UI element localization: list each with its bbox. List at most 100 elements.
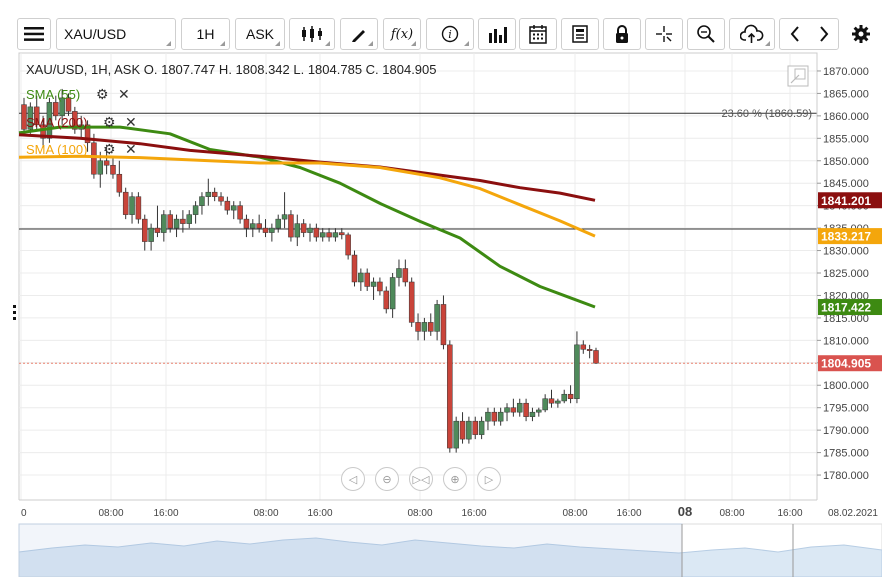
indicator-close-icon[interactable]: ✕ (125, 114, 137, 131)
price-tick-label: 1790.000 (823, 425, 869, 437)
time-tick-label: 16:00 (461, 508, 486, 519)
candle-body (364, 272, 370, 287)
time-tick-label: 08:00 (562, 508, 587, 519)
price-tick-label: 1845.000 (823, 178, 869, 190)
price-tick-label: 1795.000 (823, 403, 869, 415)
candle-body (383, 290, 390, 310)
candle-body (345, 234, 351, 256)
time-tick-label: 16:00 (777, 508, 802, 519)
time-tick-label: 08:00 (253, 508, 278, 519)
reset-zoom-icon[interactable]: ▷◁ (409, 467, 433, 491)
indicator-sma200-label[interactable]: SMA (200) (26, 115, 87, 130)
candle-body (199, 196, 205, 206)
candle-body (281, 214, 288, 220)
price-tag-label: 1833.217 (821, 230, 871, 244)
scrollbar-window[interactable] (18, 523, 683, 577)
candle-body (307, 227, 313, 233)
candle-body (370, 281, 377, 287)
indicator-sma100-label[interactable]: SMA (100) (26, 142, 87, 157)
candle-body (434, 304, 440, 332)
chart-grid (18, 52, 818, 501)
candle-body (129, 196, 135, 215)
candle-body (548, 398, 555, 404)
indicator-settings-icon[interactable]: ⚙ (96, 86, 109, 103)
candle-body (230, 205, 237, 211)
indicator-settings-icon[interactable]: ⚙ (103, 114, 116, 131)
candle-body (173, 218, 180, 229)
candle-body (300, 223, 307, 233)
price-axis[interactable]: 1780.000 1785.000 1790.000 1795.000 1800.000… (816, 53, 882, 500)
candle-body (478, 420, 485, 435)
candle-body (574, 344, 580, 399)
time-tick-label: 08:00 (719, 508, 744, 519)
time-axis-background (0, 500, 882, 522)
indicator-settings-icon[interactable]: ⚙ (103, 141, 116, 158)
price-tag-label: 1817.422 (821, 301, 871, 315)
candle-body (186, 214, 192, 224)
candle-body (504, 407, 510, 413)
price-tick-label: 1830.000 (823, 246, 869, 258)
time-tick-label: 16:00 (616, 508, 641, 519)
candle-body (377, 281, 383, 292)
candle-body (142, 218, 148, 242)
candle-body (148, 227, 154, 242)
candle-body (288, 214, 294, 238)
candle-body (326, 232, 332, 238)
candle-body (243, 218, 250, 229)
price-tick-label: 1800.000 (823, 380, 869, 392)
candle-body (110, 164, 116, 175)
time-tick-label: 16:00 (153, 508, 178, 519)
candle-body (135, 196, 142, 220)
candle-body (294, 223, 301, 238)
zoom-in-icon[interactable]: ⊕ (443, 467, 467, 491)
maximize-icon[interactable] (787, 65, 809, 87)
candle-body (192, 205, 199, 215)
candle-body (542, 398, 548, 411)
candle-body (485, 411, 491, 422)
candle-body (593, 350, 599, 364)
chart-drag-handle[interactable] (13, 305, 16, 320)
indicator-sma55-label[interactable]: SMA (55) (26, 87, 80, 102)
candle-body (447, 344, 453, 449)
candle-body (408, 281, 415, 323)
candle-body (529, 411, 536, 417)
bottom-scrollbar[interactable] (18, 523, 882, 577)
zoom-out-icon[interactable]: ⊖ (375, 467, 399, 491)
candle-body (459, 420, 466, 440)
scroll-right-icon[interactable]: ▷ (477, 467, 501, 491)
candle-body (319, 232, 326, 238)
candle-body (453, 420, 459, 449)
price-tick-label: 1870.000 (823, 66, 869, 78)
candle-body (415, 322, 421, 332)
candle-body (561, 393, 567, 402)
candle-body (218, 196, 224, 202)
candle-body (313, 227, 320, 238)
candle-body (402, 268, 409, 283)
candle-body (250, 223, 256, 229)
candle-body (510, 407, 517, 413)
candle-body (421, 322, 428, 332)
time-tick-label: 0 (21, 508, 27, 519)
indicator-close-icon[interactable]: ✕ (125, 141, 137, 158)
price-tick-label: 1780.000 (823, 470, 869, 482)
price-tick-label: 1785.000 (823, 448, 869, 460)
time-tick-label: 08:00 (98, 508, 123, 519)
ohlc-info-line: XAU/USD, 1H, ASK O. 1807.747 H. 1808.342… (26, 62, 437, 77)
price-chart[interactable]: 1780.000 1785.000 1790.000 1795.000 1800.000… (0, 0, 882, 577)
price-tag-label: 1804.905 (821, 357, 871, 371)
price-tag-label: 1841.201 (821, 194, 871, 208)
candle-body (262, 227, 269, 233)
candle-body (237, 205, 243, 220)
candle-body (205, 191, 212, 197)
candle-body (332, 232, 339, 238)
candle-body (491, 411, 498, 422)
time-tick-label: 08:00 (407, 508, 432, 519)
candle-body (466, 420, 472, 440)
indicator-close-icon[interactable]: ✕ (118, 86, 130, 103)
candle-body (269, 227, 275, 233)
time-axis[interactable]: 0 08:00 16:00 08:00 16:00 08:00 16:00 08:00 16:0… (0, 499, 882, 522)
candle-body (211, 191, 218, 197)
scroll-left-icon[interactable]: ◁ (341, 467, 365, 491)
price-tick-label: 1860.000 (823, 111, 869, 123)
candle-body (389, 277, 396, 310)
